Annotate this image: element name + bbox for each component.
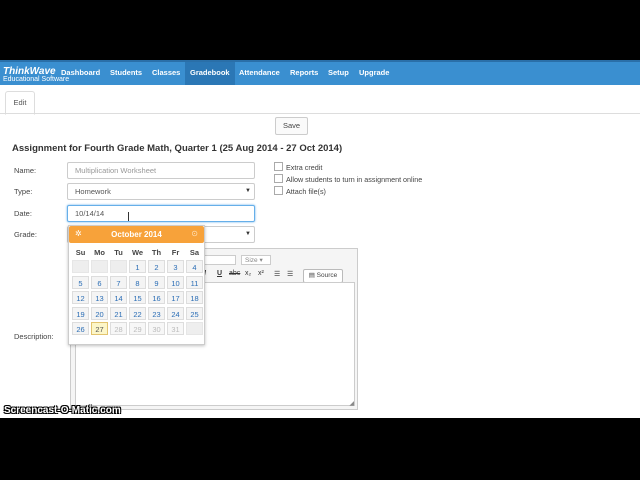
description-label: Description:	[14, 332, 54, 341]
grade-label: Grade:	[14, 230, 37, 239]
size-select[interactable]: Size ▾	[241, 255, 271, 265]
turn-in-online-option[interactable]: Allow students to turn in assignment onl…	[274, 174, 422, 184]
calendar-day[interactable]: 21	[110, 306, 127, 320]
type-value: Homework	[75, 187, 111, 196]
calendar-day[interactable]: 16	[148, 291, 165, 304]
calendar-day[interactable]: 9	[148, 275, 165, 289]
calendar-day[interactable]: 8	[129, 275, 146, 289]
calendar-day[interactable]: 26	[72, 322, 89, 335]
datepicker: ✲ October 2014 ⊙ Su Mo Tu We Th Fr Sa 1 2 3 4 5 6 7 8 9…	[68, 225, 205, 345]
turn-in-online-checkbox[interactable]	[274, 174, 283, 183]
superscript-button[interactable]: x²	[258, 270, 264, 277]
calendar-day[interactable]: 11	[186, 275, 203, 289]
calendar-day[interactable]: 18	[186, 291, 203, 304]
nav-item-dashboard[interactable]: Dashboard	[56, 62, 105, 85]
subscript-button[interactable]: x₂	[245, 270, 251, 277]
calendar-day[interactable]: 23	[148, 306, 165, 320]
calendar-day[interactable]: 25	[186, 306, 203, 320]
calendar-day[interactable]: 28	[110, 322, 127, 335]
calendar-day[interactable]: 24	[167, 306, 184, 320]
calendar-day[interactable]: 6	[91, 275, 108, 289]
calendar-day[interactable]: 10	[167, 275, 184, 289]
weekday-label: Tu	[114, 248, 123, 257]
calendar-blank-cell	[72, 260, 89, 273]
nav-item-gradebook[interactable]: Gradebook	[185, 62, 235, 85]
calendar-blank-cell	[110, 260, 127, 273]
datepicker-header: ✲ October 2014 ⊙	[69, 226, 204, 243]
save-button[interactable]: Save	[275, 117, 308, 135]
extra-credit-checkbox[interactable]	[274, 162, 283, 171]
weekday-label: Mo	[94, 248, 105, 257]
nav-item-upgrade[interactable]: Upgrade	[354, 62, 394, 85]
calendar-day[interactable]: 12	[72, 291, 89, 304]
calendar-day[interactable]: 4	[186, 260, 203, 273]
next-month-icon[interactable]: ⊙	[191, 229, 198, 238]
nav-item-reports[interactable]: Reports	[285, 62, 323, 85]
calendar-day[interactable]: 3	[167, 260, 184, 273]
name-label: Name:	[14, 166, 37, 175]
underline-button[interactable]: U	[217, 270, 222, 277]
calendar-day[interactable]: 15	[129, 291, 146, 304]
resize-handle-icon[interactable]: ◢	[349, 400, 354, 407]
attach-files-checkbox[interactable]	[274, 186, 283, 195]
calendar-day[interactable]: 17	[167, 291, 184, 304]
weekday-label: Th	[151, 248, 162, 257]
page-title: Assignment for Fourth Grade Math, Quarte…	[12, 143, 343, 154]
date-label: Date:	[14, 209, 32, 218]
calendar-blank-cell	[91, 260, 108, 273]
chevron-down-icon: ▼	[245, 188, 251, 194]
nav-item-setup[interactable]: Setup	[323, 62, 354, 85]
app-screen: ThinkWave Educational Software Dashboard S…	[0, 60, 640, 418]
calendar-day[interactable]: 20	[91, 306, 108, 320]
weekday-label: We	[131, 248, 144, 257]
attach-files-option[interactable]: Attach file(s)	[274, 186, 326, 196]
calendar-blank-cell	[186, 322, 203, 335]
numbered-list-icon[interactable]: ☰	[274, 270, 280, 278]
datepicker-month: October 2014	[111, 230, 162, 239]
nav-item-students[interactable]: Students	[105, 62, 147, 85]
weekday-label: Sa	[189, 248, 200, 257]
calendar-day[interactable]: 29	[129, 322, 146, 335]
date-field[interactable]: 10/14/14	[67, 205, 255, 222]
strikethrough-button[interactable]: abc	[229, 270, 240, 277]
type-label: Type:	[14, 187, 33, 196]
chevron-down-icon: ▼	[245, 231, 251, 237]
weekday-label: Su	[75, 248, 86, 257]
nav-item-attendance[interactable]: Attendance	[234, 62, 285, 85]
extra-credit-option[interactable]: Extra credit	[274, 162, 322, 172]
weekday-label: Fr	[171, 248, 180, 257]
tab-divider	[0, 113, 640, 114]
calendar-day[interactable]: 30	[148, 322, 165, 335]
bulleted-list-icon[interactable]: ☰	[287, 270, 293, 278]
calendar-day[interactable]: 14	[110, 291, 127, 304]
calendar-day[interactable]: 27	[91, 322, 108, 335]
calendar-day[interactable]: 7	[110, 275, 127, 289]
calendar-day[interactable]: 1	[129, 260, 146, 273]
source-button[interactable]: ▤ Source	[303, 269, 343, 283]
calendar-day[interactable]: 5	[72, 275, 89, 289]
calendar-day[interactable]: 22	[129, 306, 146, 320]
calendar-day[interactable]: 19	[72, 306, 89, 320]
name-field[interactable]: Multiplication Worksheet	[67, 162, 255, 179]
watermark: Screencast-O-Matic.com	[4, 405, 121, 416]
calendar-day[interactable]: 31	[167, 322, 184, 335]
calendar-day[interactable]: 2	[148, 260, 165, 273]
type-select[interactable]: Homework ▼	[67, 183, 255, 200]
text-cursor-icon	[128, 212, 129, 221]
nav-item-classes[interactable]: Classes	[147, 62, 185, 85]
top-navbar: ThinkWave Educational Software Dashboard S…	[0, 60, 640, 85]
calendar-day[interactable]: 13	[91, 291, 108, 304]
tab-edit[interactable]: Edit	[5, 91, 35, 115]
